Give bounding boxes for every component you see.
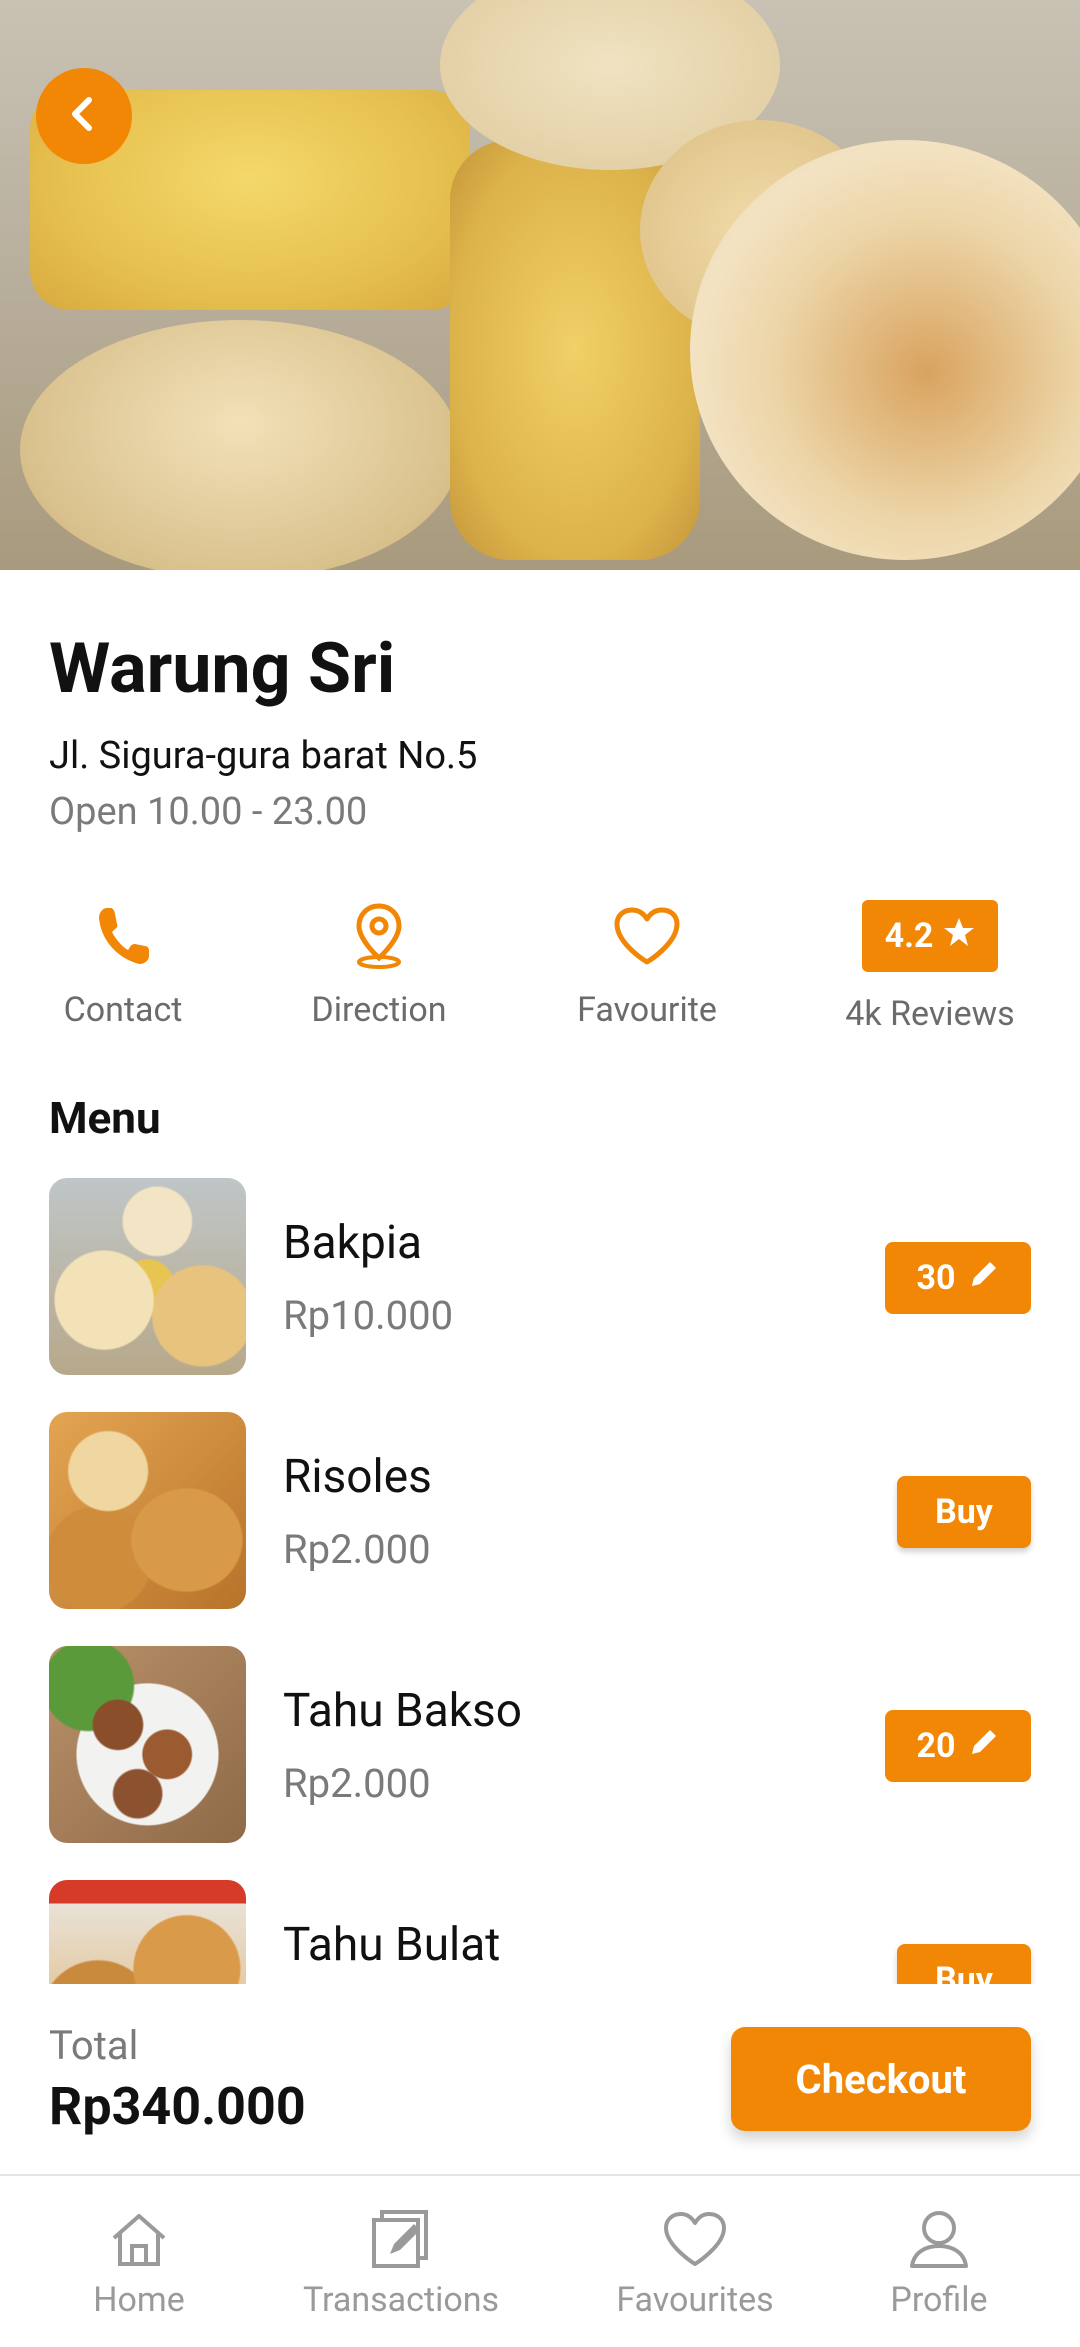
- favourite-button[interactable]: Favourite: [537, 900, 757, 1030]
- nav-item-transactions[interactable]: Transactions: [292, 2206, 510, 2320]
- nav-item-home[interactable]: Home: [88, 2206, 190, 2320]
- total-value: Rp340.000: [49, 2076, 306, 2137]
- reviews-button[interactable]: 4.2 4k Reviews: [820, 900, 1040, 1034]
- menu-item-thumbnail: [49, 1646, 246, 1843]
- quantity-value: 30: [916, 1258, 956, 1298]
- menu-item-risoles[interactable]: Risoles Rp2.000 Buy: [0, 1412, 1080, 1610]
- heart-icon: [537, 900, 757, 972]
- menu-title: Menu: [49, 1092, 161, 1144]
- phone-icon: [13, 900, 233, 972]
- direction-label: Direction: [311, 990, 447, 1030]
- menu-item-name: Tahu Bakso: [283, 1684, 523, 1738]
- quantity-edit-button[interactable]: 20: [885, 1710, 1031, 1782]
- contact-button[interactable]: Contact: [13, 900, 233, 1030]
- location-pin-icon: [269, 900, 489, 972]
- menu-item-name: Bakpia: [283, 1216, 423, 1270]
- bottom-navigation: Home Transactions Favourites Profile: [0, 2174, 1080, 2347]
- menu-item-name: Risoles: [283, 1450, 432, 1504]
- nav-label-transactions: Transactions: [302, 2280, 500, 2320]
- transactions-icon: [292, 2206, 510, 2272]
- reviews-label: 4k Reviews: [845, 994, 1015, 1034]
- menu-item-tahu-bulat[interactable]: Tahu Bulat Buy: [0, 1880, 1080, 1984]
- back-button[interactable]: [36, 68, 132, 164]
- rating-badge: 4.2: [862, 900, 998, 972]
- quantity-edit-button[interactable]: 30: [885, 1242, 1031, 1314]
- pencil-icon: [968, 1258, 1000, 1299]
- menu-list[interactable]: Bakpia Rp10.000 30 Risoles Rp2.000 Buy T…: [0, 1178, 1080, 1984]
- favourite-label: Favourite: [577, 990, 717, 1030]
- buy-button[interactable]: Buy: [897, 1476, 1031, 1548]
- pencil-icon: [968, 1726, 1000, 1767]
- home-icon: [88, 2206, 190, 2272]
- total-label: Total: [49, 2022, 139, 2069]
- quantity-value: 20: [916, 1726, 956, 1766]
- menu-item-price: Rp2.000: [283, 1526, 431, 1573]
- hero-image: [0, 0, 1080, 570]
- direction-button[interactable]: Direction: [269, 900, 489, 1030]
- menu-item-thumbnail: [49, 1178, 246, 1375]
- store-name: Warung Sri: [49, 628, 396, 710]
- menu-item-tahu-bakso[interactable]: Tahu Bakso Rp2.000 20: [0, 1646, 1080, 1844]
- checkout-button[interactable]: Checkout: [731, 2027, 1031, 2131]
- store-address: Jl. Sigura-gura barat No.5: [49, 734, 478, 778]
- nav-item-profile[interactable]: Profile: [880, 2206, 998, 2320]
- nav-label-home: Home: [93, 2280, 185, 2320]
- rating-value: 4.2: [884, 916, 934, 956]
- nav-item-favourites[interactable]: Favourites: [610, 2206, 780, 2320]
- contact-label: Contact: [63, 990, 183, 1030]
- heart-icon: [610, 2206, 780, 2272]
- star-icon: [943, 916, 975, 957]
- menu-item-thumbnail: [49, 1880, 246, 1984]
- nav-label-favourites: Favourites: [616, 2280, 774, 2320]
- chevron-left-icon: [64, 94, 104, 138]
- menu-item-name: Tahu Bulat: [283, 1918, 501, 1972]
- profile-icon: [880, 2206, 998, 2272]
- menu-item-bakpia[interactable]: Bakpia Rp10.000 30: [0, 1178, 1080, 1376]
- store-hours: Open 10.00 - 23.00: [49, 790, 368, 834]
- menu-item-thumbnail: [49, 1412, 246, 1609]
- menu-item-price: Rp2.000: [283, 1760, 431, 1807]
- menu-item-price: Rp10.000: [283, 1292, 454, 1339]
- nav-label-profile: Profile: [890, 2280, 988, 2320]
- buy-button[interactable]: Buy: [897, 1944, 1031, 1984]
